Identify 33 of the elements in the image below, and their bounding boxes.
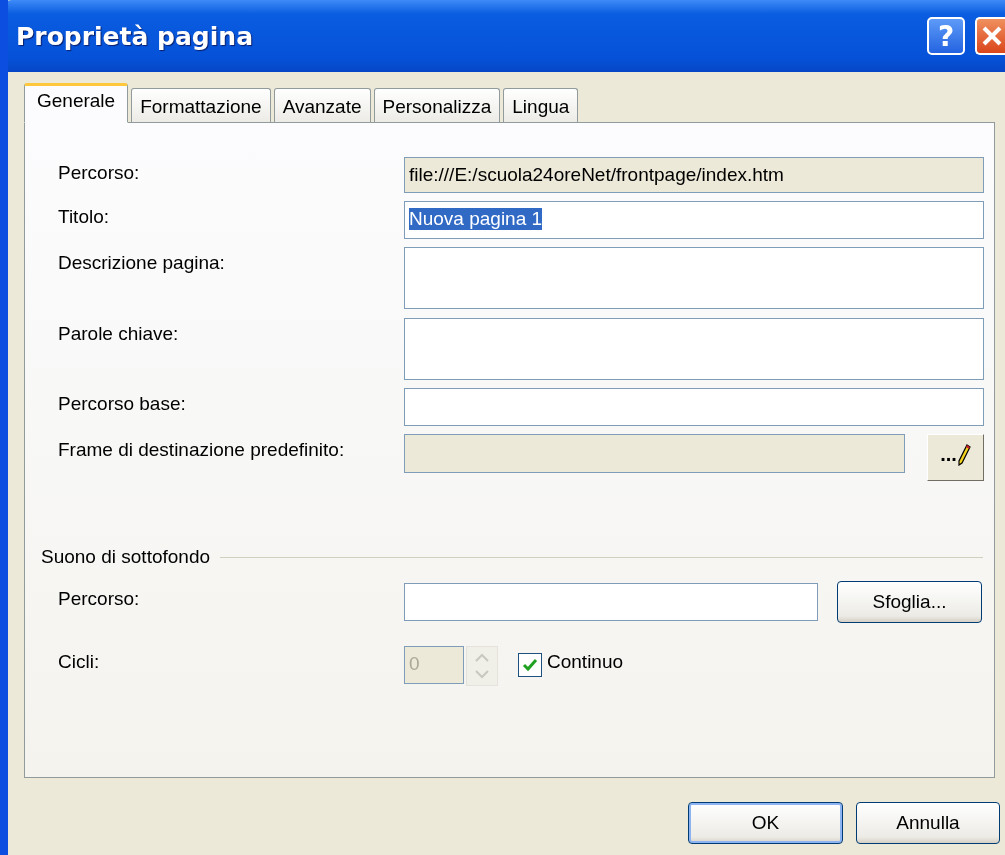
dialog-button[interactable]: Annulla bbox=[856, 802, 1000, 844]
tab[interactable]: Generale bbox=[24, 83, 129, 123]
checkbox[interactable] bbox=[518, 653, 542, 677]
field-label: Descrizione pagina: bbox=[58, 251, 226, 275]
tab[interactable]: Personalizza bbox=[373, 88, 501, 122]
field-label: Percorso: bbox=[58, 587, 141, 611]
tab[interactable]: Lingua bbox=[503, 88, 579, 122]
input-field[interactable] bbox=[404, 318, 984, 380]
field-label: Percorso: bbox=[58, 161, 141, 185]
field-label: Frame di destinazione predefinito: bbox=[58, 438, 346, 462]
input-field[interactable] bbox=[404, 247, 984, 309]
dialog-button[interactable]: OK bbox=[688, 802, 843, 844]
builder-button[interactable]: ... bbox=[927, 434, 984, 481]
field-label: Percorso base: bbox=[58, 392, 187, 416]
pencil-icon bbox=[956, 443, 971, 466]
input-field[interactable] bbox=[404, 388, 984, 426]
browse-button[interactable]: Sfoglia... bbox=[837, 581, 982, 623]
section-title: Suono di sottofondo bbox=[41, 546, 211, 568]
field-label: Cicli: bbox=[58, 650, 101, 674]
checkbox-label: Continuo bbox=[547, 650, 624, 674]
close-button[interactable] bbox=[975, 17, 1005, 55]
tab[interactable]: Formattazione bbox=[131, 88, 271, 122]
window-title: Proprietà pagina bbox=[16, 21, 254, 51]
input-field[interactable]: Nuova pagina 1 bbox=[404, 201, 984, 239]
checkmark-icon bbox=[522, 657, 538, 673]
input-field[interactable] bbox=[404, 583, 818, 621]
field-label: Titolo: bbox=[58, 205, 111, 229]
tab[interactable]: Avanzate bbox=[273, 88, 371, 122]
input-field[interactable]: file:///E:/scuola24oreNet/frontpage/index.htm bbox=[404, 157, 984, 193]
help-button[interactable]: ? bbox=[927, 17, 965, 55]
field-label: Parole chiave: bbox=[58, 322, 180, 346]
input-field[interactable] bbox=[404, 434, 905, 473]
close-icon bbox=[981, 25, 1003, 47]
